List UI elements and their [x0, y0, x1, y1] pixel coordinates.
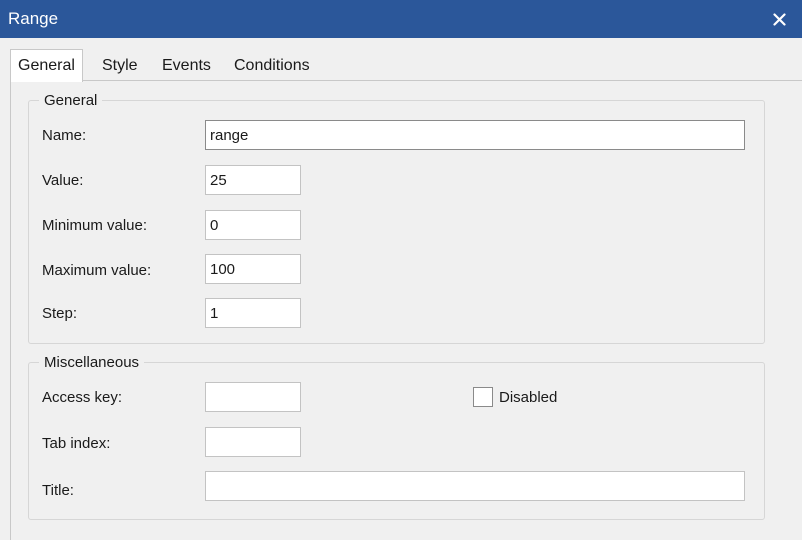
window-title: Range: [8, 9, 59, 28]
minimum-value-label: Minimum value:: [42, 217, 148, 234]
name-label: Name:: [42, 127, 87, 144]
title-input[interactable]: [205, 471, 745, 501]
tab-label: Events: [162, 57, 211, 74]
tab-panel-general: General Name: Value: Minimum value: Maxi…: [10, 80, 802, 540]
minimum-value-input[interactable]: [205, 210, 301, 240]
close-icon: [772, 12, 786, 26]
name-input[interactable]: [205, 120, 745, 150]
value-input[interactable]: [205, 165, 301, 195]
access-key-input[interactable]: [205, 382, 301, 412]
title-bar: Range: [0, 0, 802, 38]
disabled-label[interactable]: Disabled: [499, 389, 557, 406]
tab-label: Conditions: [234, 57, 310, 74]
maximum-value-input[interactable]: [205, 254, 301, 284]
tab-strip: General Style Events Conditions: [10, 49, 800, 82]
tab-general[interactable]: General: [10, 49, 83, 82]
step-input[interactable]: [205, 298, 301, 328]
value-label: Value:: [42, 172, 84, 189]
tab-index-input[interactable]: [205, 427, 301, 457]
tab-conditions[interactable]: Conditions: [228, 53, 316, 81]
tab-label: Style: [102, 57, 138, 74]
step-label: Step:: [42, 305, 78, 322]
tab-label: General: [18, 57, 75, 74]
general-group-legend: General: [39, 92, 103, 109]
tab-style[interactable]: Style: [96, 53, 144, 81]
close-button[interactable]: [756, 0, 802, 38]
access-key-label: Access key:: [42, 389, 123, 406]
title-label: Title:: [42, 482, 74, 499]
disabled-checkbox[interactable]: [473, 387, 493, 407]
tab-events[interactable]: Events: [156, 53, 217, 81]
maximum-value-label: Maximum value:: [42, 262, 152, 279]
miscellaneous-group-legend: Miscellaneous: [39, 354, 145, 371]
tab-index-label: Tab index:: [42, 435, 111, 452]
